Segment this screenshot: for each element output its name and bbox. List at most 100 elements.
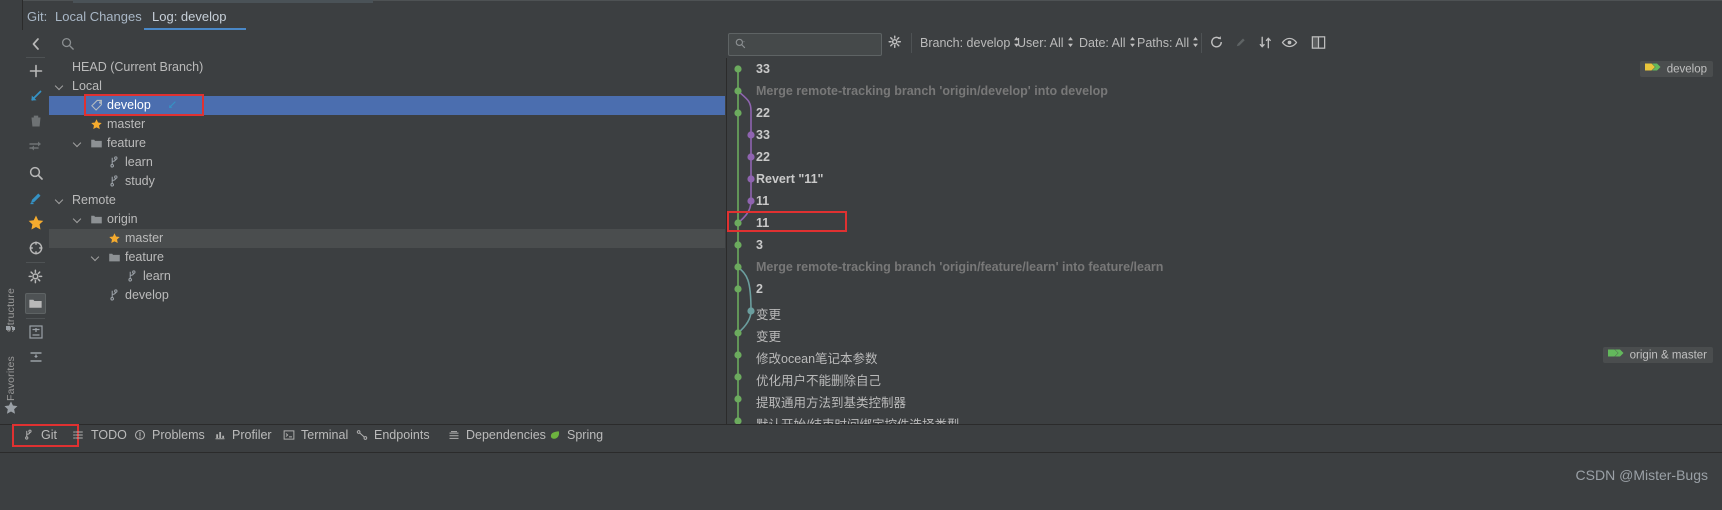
chevron-updown-icon [1129, 36, 1135, 50]
checkout-icon[interactable] [27, 87, 45, 105]
toolbar-separator-2 [26, 262, 45, 263]
tree-row-origin[interactable]: origin [49, 210, 725, 229]
edit-icon[interactable] [27, 189, 45, 207]
show-diff-panel-icon[interactable] [1310, 34, 1327, 51]
commit-row[interactable]: Revert "11" [727, 168, 1722, 190]
commit-row[interactable]: 默认开始/结束时间绑定控件选择类型 [727, 410, 1722, 424]
tool-window-git[interactable]: Git [22, 428, 57, 442]
tree-row-remote[interactable]: Remote [49, 191, 725, 210]
branch-search-bar[interactable] [49, 30, 725, 59]
commit-message: 变更 [756, 330, 782, 344]
chevron-down-icon[interactable] [92, 253, 101, 262]
collapse-pane-icon[interactable] [27, 35, 45, 53]
commit-row[interactable]: 11 [727, 190, 1722, 212]
tool-window-dependencies[interactable]: Dependencies [447, 428, 546, 442]
tree-row-develop[interactable]: develop [49, 96, 725, 115]
tool-window-endpoints[interactable]: Endpoints [355, 428, 430, 442]
tree-row-learn[interactable]: learn [49, 267, 725, 286]
add-icon[interactable] [27, 62, 45, 80]
tree-row-feature[interactable]: feature [49, 134, 725, 153]
date-filter[interactable]: Date: All [1079, 36, 1135, 51]
tab-log-develop[interactable]: Log: develop [152, 9, 226, 24]
tree-row-master[interactable]: master [49, 229, 725, 248]
group-by-directory-icon[interactable] [25, 293, 46, 314]
tree-row-label: origin [107, 212, 138, 226]
commit-message: 修改ocean笔记本参数 [756, 352, 878, 366]
tree-row-develop[interactable]: develop [49, 286, 725, 305]
commit-message: Merge remote-tracking branch 'origin/dev… [756, 84, 1108, 98]
tool-window-spring[interactable]: Spring [548, 428, 603, 442]
chevron-down-icon[interactable] [56, 82, 65, 91]
search-icon[interactable] [27, 164, 45, 182]
ref-badge-origin-master[interactable]: origin & master [1602, 347, 1713, 364]
tool-window-todo[interactable]: TODO [72, 428, 127, 442]
commit-row[interactable]: 33 [727, 124, 1722, 146]
tree-row-master[interactable]: master [49, 115, 725, 134]
commit-row[interactable]: 优化用户不能删除自己 [727, 366, 1722, 388]
branch-icon [108, 156, 121, 169]
commit-row[interactable]: 2 [727, 278, 1722, 300]
git-branches-toolbar [22, 30, 50, 475]
tree-row-head-current-branch[interactable]: HEAD (Current Branch) [49, 58, 725, 77]
commit-row[interactable]: 22 [727, 146, 1722, 168]
commit-row[interactable]: 提取通用方法到基类控制器 [727, 388, 1722, 410]
branch-filter[interactable]: Branch: develop [920, 36, 1020, 51]
settings-icon[interactable] [27, 268, 45, 286]
tool-window-profiler[interactable]: Profiler [213, 428, 272, 442]
git-log-window: Git: Local Changes Log: develop Structure… [0, 0, 1722, 510]
collapse-all-icon[interactable] [27, 348, 45, 366]
git-tool-label: Git: [27, 9, 48, 24]
delete-icon[interactable] [27, 112, 45, 130]
tree-row-study[interactable]: study [49, 172, 725, 191]
chevron-down-icon[interactable] [74, 139, 83, 148]
expand-all-icon[interactable] [27, 323, 45, 341]
tool-window-label: Dependencies [466, 428, 546, 442]
highlight-brush-icon[interactable] [1233, 34, 1250, 51]
ref-badge-develop[interactable]: develop [1639, 61, 1713, 77]
tree-row-feature[interactable]: feature [49, 248, 725, 267]
commit-row[interactable]: 22 [727, 102, 1722, 124]
commit-message: 默认开始/结束时间绑定控件选择类型 [756, 414, 959, 424]
commit-message: Revert "11" [756, 172, 824, 186]
tool-window-terminal[interactable]: Terminal [282, 428, 348, 442]
show-details-eye-icon[interactable] [1281, 34, 1298, 51]
checkout-arrow-icon [166, 99, 179, 112]
filter-settings-icon[interactable] [887, 34, 904, 51]
rebase-icon[interactable] [27, 137, 45, 155]
status-bar [0, 452, 1722, 510]
commit-row[interactable]: 变更 [727, 322, 1722, 344]
folder-icon [90, 137, 103, 150]
commit-row[interactable]: 变更 [727, 300, 1722, 322]
ref-badge-label: origin & master [1629, 349, 1707, 362]
commit-message: 3 [756, 238, 763, 252]
chevron-down-icon[interactable] [56, 196, 65, 205]
tree-row-local[interactable]: Local [49, 77, 725, 96]
tab-local-changes[interactable]: Local Changes [55, 9, 142, 24]
problems-icon [133, 429, 147, 441]
favorite-icon[interactable] [27, 214, 45, 232]
commit-message: 变更 [756, 308, 782, 322]
tag-icon [1607, 347, 1627, 364]
navigate-icon[interactable] [27, 239, 45, 257]
branch-tree[interactable]: HEAD (Current Branch) Local develop master f… [49, 58, 725, 424]
paths-filter[interactable]: Paths: All [1137, 36, 1199, 51]
commit-message: 提取通用方法到基类控制器 [756, 396, 907, 410]
commit-row[interactable]: 11 [727, 212, 1722, 234]
refresh-icon[interactable] [1208, 34, 1225, 51]
tree-row-learn[interactable]: learn [49, 153, 725, 172]
commit-row[interactable]: Merge remote-tracking branch 'origin/dev… [727, 80, 1722, 102]
sort-icon[interactable] [1257, 34, 1274, 51]
log-search-input[interactable] [728, 33, 882, 56]
chevron-down-icon[interactable] [74, 215, 83, 224]
rail-favorites-label[interactable]: Favorites [5, 356, 17, 401]
commit-row[interactable]: 3 [727, 234, 1722, 256]
commit-message: 11 [756, 216, 770, 230]
user-filter[interactable]: User: All [1017, 36, 1073, 51]
commit-row[interactable]: 修改ocean笔记本参数 [727, 344, 1722, 366]
chevron-updown-icon [1067, 36, 1073, 50]
commit-message: 33 [756, 62, 770, 76]
commit-row[interactable]: Merge remote-tracking branch 'origin/fea… [727, 256, 1722, 278]
commit-row[interactable]: 33 [727, 58, 1722, 80]
tool-window-problems[interactable]: Problems [133, 428, 205, 442]
commit-log[interactable]: 33 Merge remote-tracking branch 'origin/d… [726, 58, 1722, 424]
